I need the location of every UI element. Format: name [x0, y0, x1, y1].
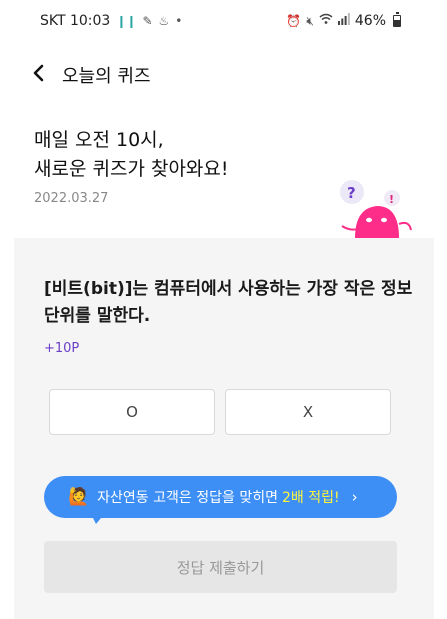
intro-section: 매일 오전 10시, 새로운 퀴즈가 찾아와요! 2022.03.27	[34, 126, 229, 206]
alarm-icon: ⏰	[286, 14, 302, 28]
signal-icon	[337, 13, 350, 29]
promo-tail	[90, 512, 106, 524]
promo-highlight: 2배 적립!	[281, 490, 340, 506]
answer-x-button[interactable]: X	[225, 389, 391, 435]
status-bar: SKT 10:03 ❙❙ ✎ ♨ • ⏰ 🔇︎ 46%	[0, 0, 447, 44]
battery-icon	[393, 12, 401, 27]
quiz-question: [비트(bit)]는 컴퓨터에서 사용하는 가장 작은 정보 단위를 말한다.	[44, 276, 414, 330]
status-left: SKT 10:03 ❙❙ ✎ ♨ •	[40, 13, 182, 29]
person-raising-hand-icon: 🙋	[68, 487, 90, 507]
svg-text:!: !	[389, 193, 394, 206]
answer-o-button[interactable]: O	[49, 389, 215, 435]
back-button[interactable]	[28, 62, 50, 84]
footsteps-icon: ❙❙	[116, 14, 137, 28]
status-right: ⏰ 🔇︎ 46%	[286, 12, 401, 29]
sticker-icon: ✎	[142, 14, 153, 28]
battery-percent: 46%	[354, 13, 386, 29]
header: 오늘의 퀴즈	[0, 50, 447, 96]
intro-line-2: 새로운 퀴즈가 찾아와요!	[34, 158, 229, 180]
reward-points: +10P	[44, 341, 80, 356]
dot-icon: •	[175, 14, 183, 28]
mascot-image: ? !	[337, 178, 417, 238]
promo-text: 자산연동 고객은 정답을 맞히면	[97, 490, 278, 506]
page-title: 오늘의 퀴즈	[62, 66, 151, 87]
care-icon: ♨	[158, 14, 170, 28]
quiz-date: 2022.03.27	[34, 191, 109, 206]
question-line-1: [비트(bit)]는 컴퓨터에서 사용하는 가장 작은 정보	[44, 279, 413, 299]
submit-answer-button[interactable]: 정답 제출하기	[44, 541, 397, 593]
mute-icon: 🔇︎	[306, 14, 314, 28]
question-line-2: 단위를 말한다.	[44, 306, 151, 326]
chevron-right-icon: ›	[351, 488, 358, 506]
chevron-left-icon	[33, 64, 44, 82]
carrier-time: SKT 10:03	[40, 13, 111, 29]
wifi-icon	[319, 13, 333, 29]
intro-line-1: 매일 오전 10시,	[34, 129, 164, 151]
svg-text:?: ?	[347, 184, 356, 202]
